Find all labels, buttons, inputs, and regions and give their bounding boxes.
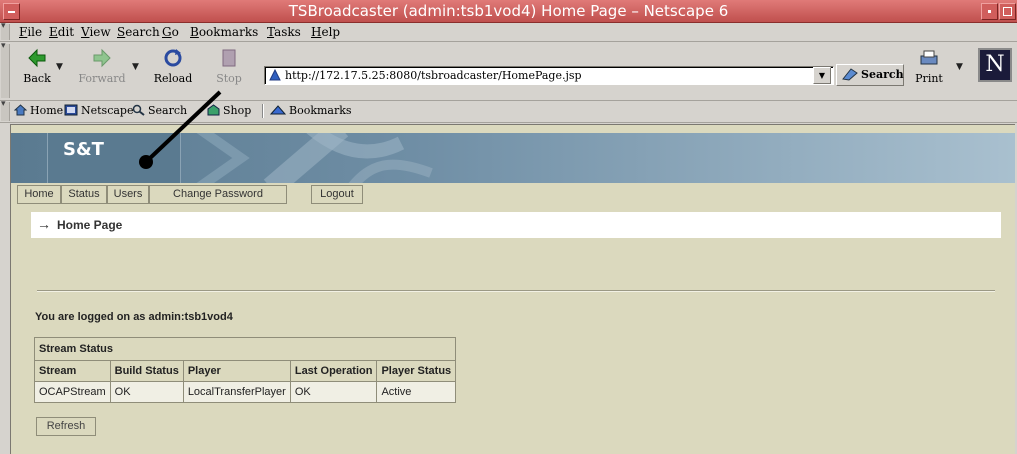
personal-toolbar: Home Netscape Search Shop Bookmarks (0, 99, 1017, 123)
print-button[interactable]: Print (914, 48, 944, 85)
reload-icon (164, 49, 182, 67)
login-status-text: You are logged on as admin:tsb1vod4 (35, 311, 233, 323)
menu-help[interactable]: Help (311, 25, 340, 39)
minimize-button[interactable] (981, 3, 998, 20)
stop-icon (222, 49, 236, 67)
page-favicon-icon (269, 69, 281, 81)
search-icon (842, 68, 858, 81)
table-caption: Stream Status (33, 337, 457, 361)
page-title: Home Page (57, 218, 123, 232)
menu-bar: File Edit View Search Go Bookmarks Tasks… (0, 21, 1017, 42)
printer-icon (920, 50, 938, 65)
table-cell: LocalTransferPlayer (182, 381, 291, 403)
site-banner: S&T (11, 133, 1015, 183)
table-cell: Active (376, 381, 457, 403)
print-dropdown-icon[interactable]: ▼ (956, 62, 963, 72)
home-icon (14, 104, 27, 116)
navigation-toolbar: Back ▼ Forward ▼ Reload Stop http://172.… (0, 41, 1017, 101)
page-heading: → Home Page (31, 212, 1001, 238)
arrow-right-icon: → (37, 216, 51, 232)
tab-change-password[interactable]: Change Password (149, 185, 287, 204)
table-cell: OK (289, 381, 378, 403)
magnifier-icon (132, 104, 145, 116)
stop-button[interactable]: Stop (214, 48, 244, 85)
reload-button[interactable]: Reload (152, 48, 194, 85)
url-dropdown-button[interactable]: ▼ (813, 67, 831, 84)
search-button[interactable]: Search (836, 64, 904, 86)
table-cell: OCAPStream (34, 381, 111, 403)
url-bar[interactable]: http://172.17.5.25:8080/tsbroadcaster/Ho… (264, 66, 834, 85)
stream-status-table: Stream Status Stream Build Status Player… (33, 337, 457, 403)
window-title: TSBroadcaster (admin:tsb1vod4) Home Page… (288, 2, 729, 20)
forward-arrow-icon (93, 48, 111, 68)
tab-status[interactable]: Status (61, 185, 107, 204)
toolbar-separator (262, 104, 264, 118)
netscape-link[interactable]: Netscape (64, 104, 133, 117)
search-link[interactable]: Search (132, 104, 187, 117)
menu-search[interactable]: Search (117, 25, 160, 39)
bookmarks-link[interactable]: Bookmarks (270, 104, 352, 117)
shop-link[interactable]: Shop (207, 104, 251, 117)
column-header: Player Status (376, 360, 457, 382)
menu-tasks[interactable]: Tasks (267, 25, 301, 39)
url-text: http://172.17.5.25:8080/tsbroadcaster/Ho… (285, 69, 582, 82)
table-row: OCAPStream OK LocalTransferPlayer OK Act… (34, 381, 457, 403)
table-cell: OK (109, 381, 184, 403)
maximize-button[interactable] (999, 3, 1016, 20)
column-header: Last Operation (289, 360, 378, 382)
page-content: S&T Home Status Users Change Password Lo… (10, 124, 1015, 454)
menu-view[interactable]: View (81, 25, 111, 39)
column-header: Build Status (109, 360, 184, 382)
netscape-logo[interactable]: N (978, 48, 1012, 82)
menu-bookmarks[interactable]: Bookmarks (190, 25, 258, 39)
divider (37, 290, 995, 292)
tab-logout[interactable]: Logout (311, 185, 363, 204)
forward-button[interactable]: Forward (78, 48, 126, 85)
back-button[interactable]: Back (20, 48, 54, 85)
tab-users[interactable]: Users (107, 185, 149, 204)
shop-icon (207, 104, 220, 116)
site-logo: S&T (63, 139, 104, 160)
back-dropdown-icon[interactable]: ▼ (56, 62, 63, 72)
tab-home[interactable]: Home (17, 185, 61, 204)
back-arrow-icon (28, 48, 46, 68)
home-link[interactable]: Home (14, 104, 63, 117)
column-header: Player (182, 360, 291, 382)
refresh-button[interactable]: Refresh (36, 417, 96, 436)
window-title-bar: TSBroadcaster (admin:tsb1vod4) Home Page… (0, 0, 1017, 23)
forward-dropdown-icon[interactable]: ▼ (132, 62, 139, 72)
netscape-icon (64, 104, 78, 116)
bookmarks-icon (270, 105, 286, 115)
menu-file[interactable]: File (19, 25, 42, 39)
menu-go[interactable]: Go (162, 25, 179, 39)
menu-edit[interactable]: Edit (49, 25, 74, 39)
toolbar-grip-icon[interactable] (1, 41, 10, 98)
toolbar-grip-icon[interactable] (1, 99, 10, 121)
toolbar-grip-icon[interactable] (1, 21, 10, 40)
column-header: Stream (34, 360, 111, 382)
